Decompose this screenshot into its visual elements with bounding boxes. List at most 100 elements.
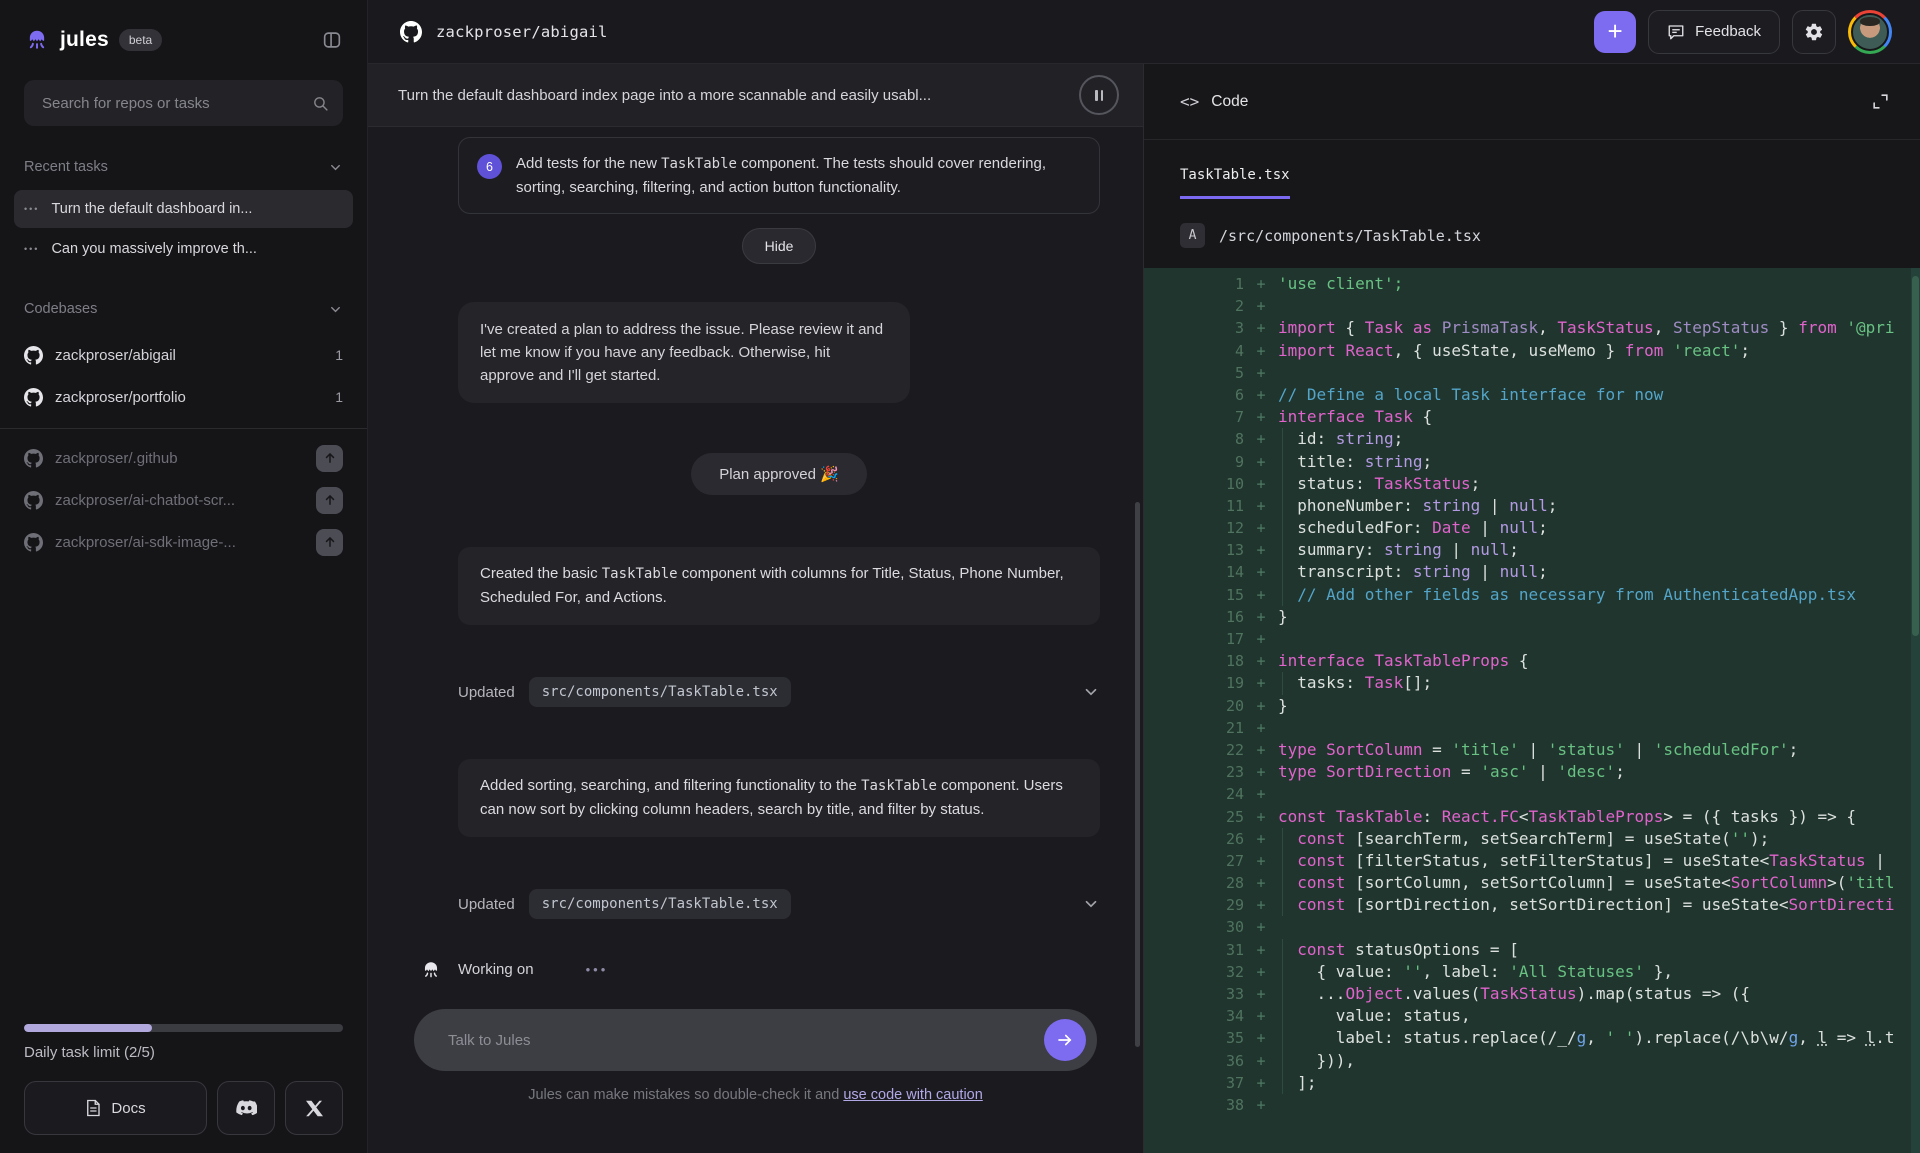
code-text: status: TaskStatus; xyxy=(1278,473,1480,495)
settings-button[interactable] xyxy=(1792,10,1836,54)
line-number: 6 xyxy=(1144,384,1244,406)
user-avatar[interactable] xyxy=(1848,10,1892,54)
diff-added-marker: + xyxy=(1244,828,1278,850)
diff-added-marker: + xyxy=(1244,939,1278,961)
step-number-badge: 6 xyxy=(477,154,502,179)
code-text: tasks: Task[]; xyxy=(1278,672,1432,694)
code-text: 'use client'; xyxy=(1278,273,1403,295)
codebase-name: zackproser/ai-sdk-image-... xyxy=(55,534,236,551)
chat-panel: Turn the default dashboard index page in… xyxy=(368,64,1144,1153)
sidebar-item-recent-task-1[interactable]: Turn the default dashboard in... xyxy=(14,190,353,228)
github-icon xyxy=(24,449,43,468)
new-task-button[interactable]: + xyxy=(1594,11,1636,53)
line-number: 31 xyxy=(1144,939,1244,961)
sidebar-item-codebase-ai-sdk[interactable]: zackproser/ai-sdk-image-... xyxy=(24,521,343,563)
x-twitter-button[interactable] xyxy=(285,1081,343,1135)
code-line: 25+const TaskTable: React.FC<TaskTablePr… xyxy=(1144,806,1920,828)
line-number: 10 xyxy=(1144,473,1244,495)
github-icon xyxy=(24,346,43,365)
code-text: type SortColumn = 'title' | 'status' | '… xyxy=(1278,739,1798,761)
publish-arrow-button[interactable] xyxy=(316,445,343,472)
diff-added-marker: + xyxy=(1244,1027,1278,1049)
line-number: 18 xyxy=(1144,650,1244,672)
code-line: 9+ title: string; xyxy=(1144,451,1920,473)
diff-added-marker: + xyxy=(1244,406,1278,428)
code-text: title: string; xyxy=(1278,451,1432,473)
code-line: 3+import { Task as PrismaTask, TaskStatu… xyxy=(1144,317,1920,339)
chat-composer: Jules can make mistakes so double-check … xyxy=(368,1003,1143,1153)
document-icon xyxy=(85,1099,101,1117)
file-chip[interactable]: src/components/TaskTable.tsx xyxy=(529,677,791,707)
code-text: type SortDirection = 'asc' | 'desc'; xyxy=(1278,761,1625,783)
diff-added-marker: + xyxy=(1244,695,1278,717)
diff-added-marker: + xyxy=(1244,451,1278,473)
app-root: jules beta Recent tasks Tur xyxy=(0,0,1920,1153)
codebases-header[interactable]: Codebases xyxy=(24,296,343,322)
line-number: 38 xyxy=(1144,1094,1244,1116)
pause-button[interactable] xyxy=(1079,75,1119,115)
diff-added-marker: + xyxy=(1244,672,1278,694)
sidebar-item-codebase-ai-chatbot[interactable]: zackproser/ai-chatbot-scr... xyxy=(24,479,343,521)
chat-scrollbar[interactable] xyxy=(1135,502,1140,1047)
use-code-with-caution-link[interactable]: use code with caution xyxy=(843,1087,982,1103)
code-text: const statusOptions = [ xyxy=(1278,939,1519,961)
file-path-row: A /src/components/TaskTable.tsx xyxy=(1180,223,1884,248)
code-line: 21+ xyxy=(1144,717,1920,739)
file-chip[interactable]: src/components/TaskTable.tsx xyxy=(529,889,791,919)
diff-added-marker: + xyxy=(1244,894,1278,916)
chat-input-bar[interactable] xyxy=(414,1009,1097,1071)
sidebar-search[interactable] xyxy=(24,80,343,126)
x-twitter-icon xyxy=(306,1100,323,1117)
line-number: 36 xyxy=(1144,1050,1244,1072)
code-text: ...Object.values(TaskStatus).map(status … xyxy=(1278,983,1750,1005)
chevron-down-icon[interactable] xyxy=(1082,683,1100,701)
code-scrollbar[interactable] xyxy=(1911,268,1920,1153)
sidebar-item-codebase-github[interactable]: zackproser/.github xyxy=(24,437,343,479)
sidebar-item-codebase-portfolio[interactable]: zackproser/portfolio 1 xyxy=(24,376,343,418)
hide-button[interactable]: Hide xyxy=(742,228,817,264)
feedback-button[interactable]: Feedback xyxy=(1648,10,1780,54)
sidebar-item-recent-task-2[interactable]: Can you massively improve th... xyxy=(14,230,353,268)
code-scrollbar-thumb[interactable] xyxy=(1912,276,1919,636)
sidebar-item-codebase-abigail[interactable]: zackproser/abigail 1 xyxy=(24,334,343,376)
chevron-down-icon[interactable] xyxy=(1082,895,1100,913)
tab-tasktable-tsx[interactable]: TaskTable.tsx xyxy=(1180,167,1290,199)
task-limit-label: Daily task limit (2/5) xyxy=(24,1044,343,1061)
code-line: 18+interface TaskTableProps { xyxy=(1144,650,1920,672)
line-number: 16 xyxy=(1144,606,1244,628)
code-text: const TaskTable: React.FC<TaskTableProps… xyxy=(1278,806,1856,828)
publish-arrow-button[interactable] xyxy=(316,529,343,556)
search-input[interactable] xyxy=(40,94,312,113)
diff-added-marker: + xyxy=(1244,561,1278,583)
sidebar-collapse-icon[interactable] xyxy=(321,29,343,51)
ellipsis-icon xyxy=(24,204,39,214)
publish-arrow-button[interactable] xyxy=(316,487,343,514)
code-diff-view[interactable]: 1+'use client';2+3+import { Task as Pris… xyxy=(1144,268,1920,1153)
code-line: 14+ transcript: string | null; xyxy=(1144,561,1920,583)
code-text: })), xyxy=(1278,1050,1355,1072)
code-line: 6+// Define a local Task interface for n… xyxy=(1144,384,1920,406)
code-panel-header: <> Code xyxy=(1144,64,1920,140)
recent-tasks-label: Recent tasks xyxy=(24,159,108,175)
send-button[interactable] xyxy=(1044,1019,1086,1061)
line-number: 4 xyxy=(1144,340,1244,362)
code-lines: 1+'use client';2+3+import { Task as Pris… xyxy=(1144,273,1920,1116)
docs-button[interactable]: Docs xyxy=(24,1081,207,1135)
code-text: phoneNumber: string | null; xyxy=(1278,495,1557,517)
recent-tasks-header[interactable]: Recent tasks xyxy=(24,154,343,180)
task-limit-progress xyxy=(24,1024,343,1032)
code-line: 5+ xyxy=(1144,362,1920,384)
diff-added-marker: + xyxy=(1244,717,1278,739)
discord-button[interactable] xyxy=(217,1081,275,1135)
code-line: 19+ tasks: Task[]; xyxy=(1144,672,1920,694)
chat-messages[interactable]: 6 Add tests for the new TaskTable compon… xyxy=(368,127,1143,1003)
code-line: 4+import React, { useState, useMemo } fr… xyxy=(1144,340,1920,362)
expand-icon[interactable] xyxy=(1871,92,1890,111)
line-number: 8 xyxy=(1144,428,1244,450)
diff-added-marker: + xyxy=(1244,916,1278,938)
divider xyxy=(0,428,367,429)
github-icon xyxy=(24,533,43,552)
diff-added-marker: + xyxy=(1244,362,1278,384)
chat-input[interactable] xyxy=(446,1031,1044,1050)
code-text: const [sortDirection, setSortDirection] … xyxy=(1278,894,1895,916)
